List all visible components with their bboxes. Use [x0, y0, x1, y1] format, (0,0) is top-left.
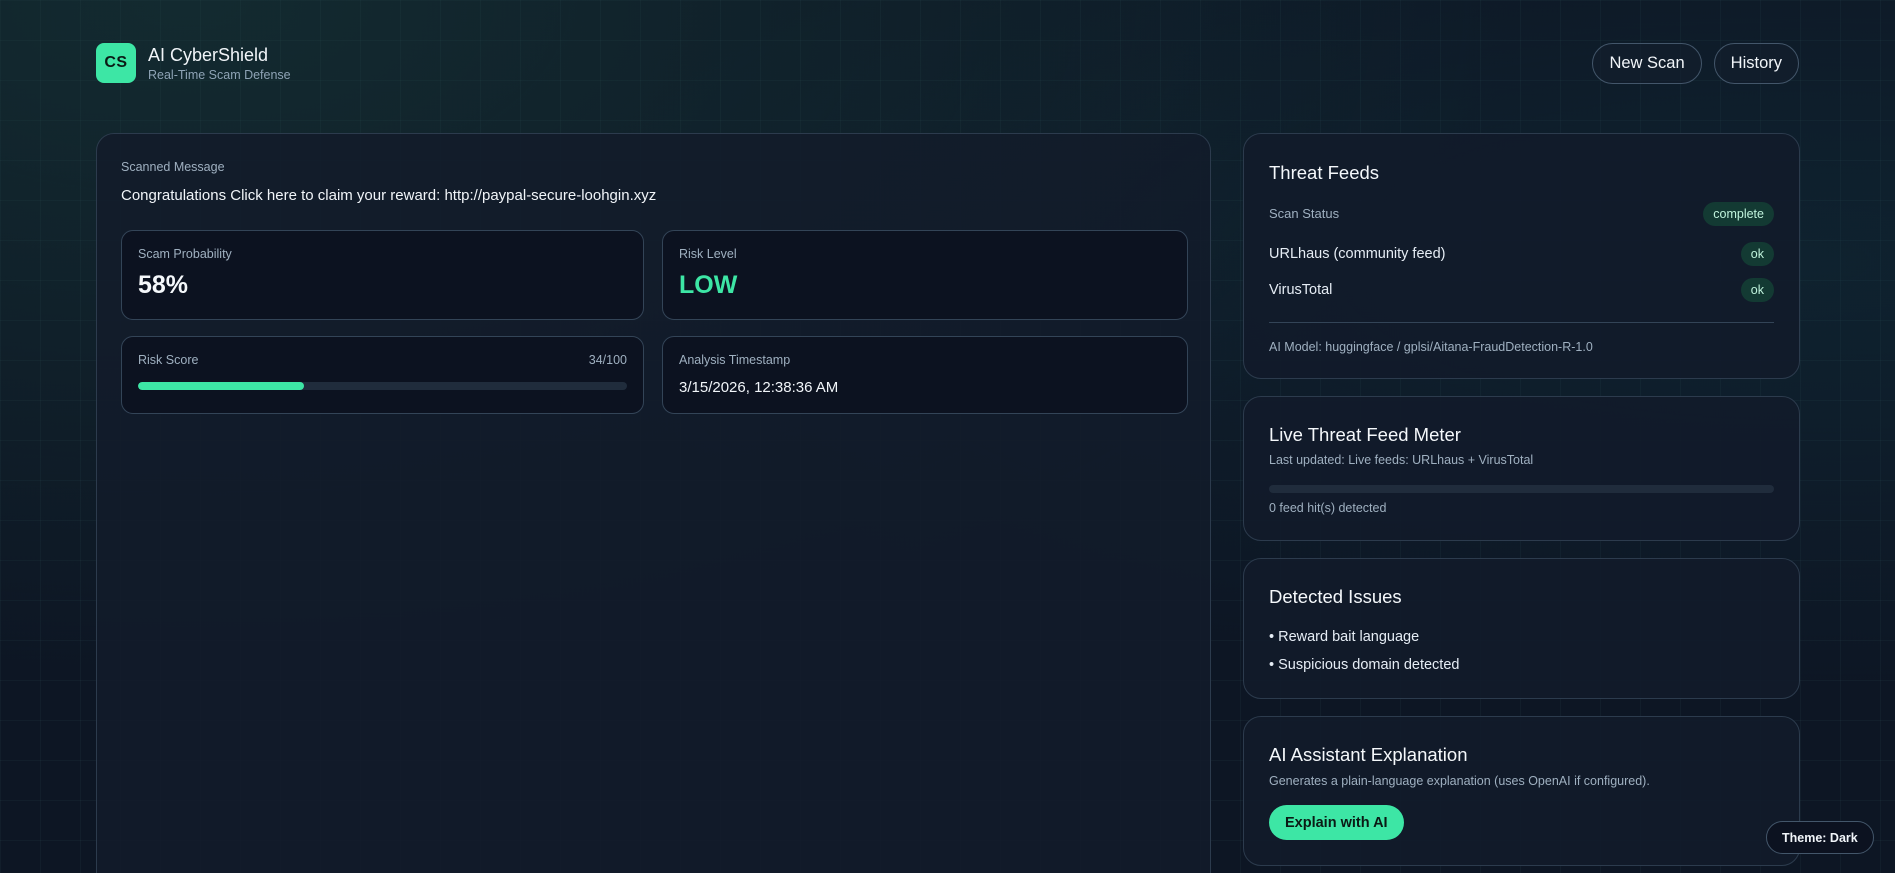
threat-feeds-divider — [1269, 322, 1774, 323]
history-button[interactable]: History — [1713, 43, 1799, 84]
logo-icon: CS — [96, 43, 136, 83]
top-nav: New Scan History — [1592, 43, 1799, 84]
issue-item: • Reward bait language — [1269, 629, 1420, 645]
risk-score-card: Risk Score 34/100 — [121, 336, 644, 414]
threat-feeds-card: Threat Feeds Scan Status complete URLhau… — [1243, 133, 1800, 379]
threat-meter-hits: 0 feed hit(s) detected — [1269, 501, 1387, 515]
feed-name-virustotal: VirusTotal — [1269, 282, 1333, 298]
risk-score-label: Risk Score — [138, 353, 199, 367]
feed-name-urlhaus: URLhaus (community feed) — [1269, 246, 1446, 262]
new-scan-button[interactable]: New Scan — [1592, 43, 1702, 84]
risk-level-value: LOW — [679, 271, 738, 299]
feed-status-badge-urlhaus: ok — [1740, 242, 1774, 266]
scanned-message-text: Congratulations Click here to claim your… — [121, 187, 657, 204]
scan-results-panel: Scanned Message Congratulations Click he… — [96, 133, 1211, 873]
detected-issues-title: Detected Issues — [1269, 586, 1402, 607]
threat-meter-bar — [1269, 485, 1774, 493]
theme-toggle-button[interactable]: Theme: Dark — [1766, 821, 1874, 854]
ai-assistant-card: AI Assistant Explanation Generates a pla… — [1243, 716, 1800, 866]
analysis-timestamp-value: 3/15/2026, 12:38:36 AM — [679, 379, 839, 396]
ai-assistant-description: Generates a plain-language explanation (… — [1269, 774, 1650, 788]
scanned-message-label: Scanned Message — [121, 160, 225, 174]
threat-feeds-title: Threat Feeds — [1269, 162, 1380, 183]
risk-level-label: Risk Level — [679, 247, 737, 261]
analysis-timestamp-card: Analysis Timestamp 3/15/2026, 12:38:36 A… — [662, 336, 1188, 414]
scam-probability-value: 58% — [138, 271, 189, 299]
risk-score-bar — [138, 382, 627, 390]
brand-text: AI CyberShield Real-Time Scam Defense — [148, 44, 291, 82]
threat-meter-card: Live Threat Feed Meter Last updated: Liv… — [1243, 396, 1800, 541]
risk-score-value: 34/100 — [588, 353, 627, 367]
scan-status-badge: complete — [1703, 202, 1774, 226]
detected-issues-card: Detected Issues • Reward bait language •… — [1243, 558, 1800, 699]
app-name: AI CyberShield — [148, 45, 269, 65]
risk-level-card: Risk Level LOW — [662, 230, 1188, 320]
header: CS AI CyberShield Real-Time Scam Defense… — [96, 43, 1799, 85]
issue-item: • Suspicious domain detected — [1269, 657, 1460, 673]
scam-probability-card: Scam Probability 58% — [121, 230, 644, 320]
app-tagline: Real-Time Scam Defense — [148, 68, 291, 82]
ai-assistant-title: AI Assistant Explanation — [1269, 744, 1468, 765]
threat-meter-updated: Last updated: Live feeds: URLhaus + Viru… — [1269, 453, 1534, 467]
risk-score-bar-fill — [138, 382, 305, 390]
analysis-timestamp-label: Analysis Timestamp — [679, 353, 791, 367]
ai-model-info: AI Model: huggingface / gplsi/Aitana-Fra… — [1269, 340, 1593, 354]
feed-status-badge-virustotal: ok — [1740, 278, 1774, 302]
threat-meter-title: Live Threat Feed Meter — [1269, 424, 1461, 445]
explain-with-ai-button[interactable]: Explain with AI — [1269, 805, 1404, 840]
scam-probability-label: Scam Probability — [138, 247, 232, 261]
brand: CS AI CyberShield Real-Time Scam Defense — [96, 43, 291, 83]
scan-status-label: Scan Status — [1269, 206, 1340, 221]
